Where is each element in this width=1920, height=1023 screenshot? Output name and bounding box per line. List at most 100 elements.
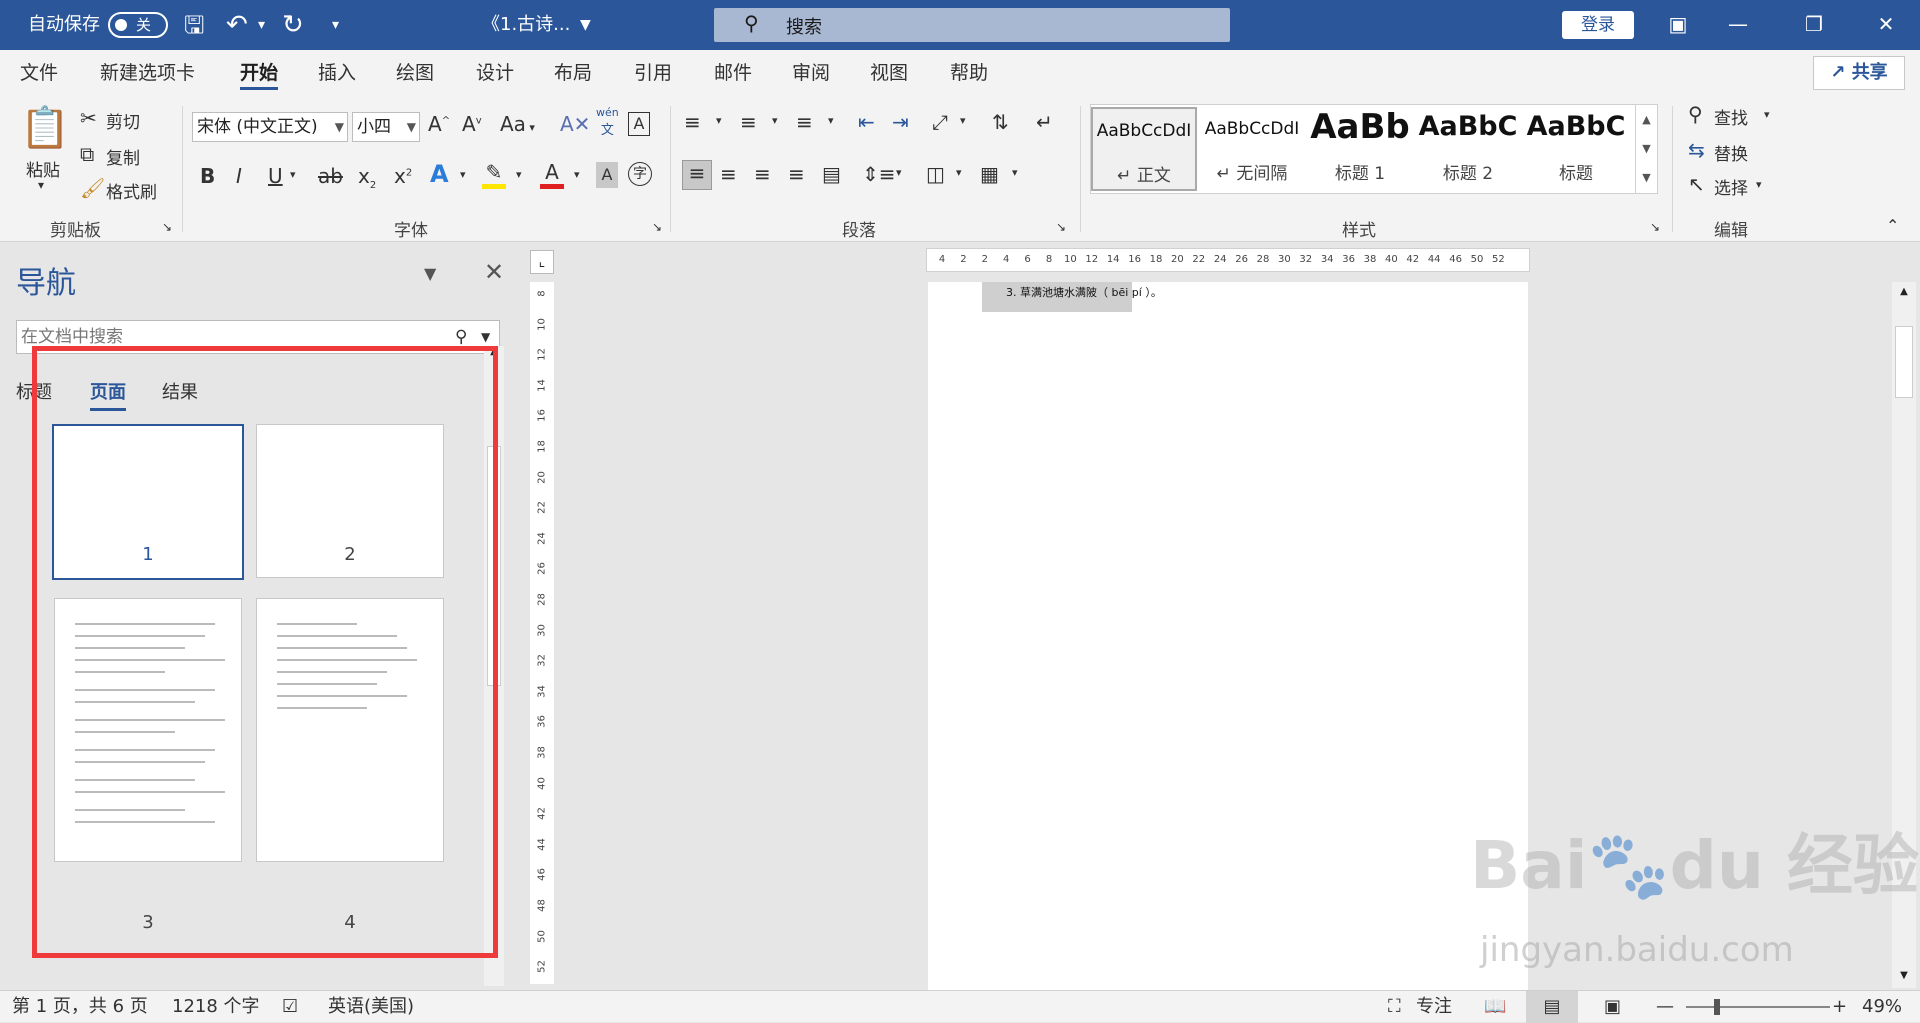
font-size-combo[interactable]: 小四 ▼: [352, 112, 420, 142]
replace-icon[interactable]: ⇆: [1688, 138, 1705, 162]
show-formatting-icon[interactable]: ↵: [1036, 110, 1053, 134]
tab-layout[interactable]: 布局: [554, 50, 592, 96]
shrink-font-icon[interactable]: Av: [462, 112, 482, 136]
print-layout-icon[interactable]: ▤: [1526, 991, 1578, 1023]
underline-dropdown-icon[interactable]: ▾: [290, 168, 296, 181]
restore-icon[interactable]: ❐: [1784, 0, 1844, 50]
highlight-dropdown-icon[interactable]: ▾: [516, 168, 522, 181]
language[interactable]: 英语(美国): [328, 991, 414, 1023]
clear-format-icon[interactable]: A✕: [560, 112, 590, 136]
autosave-toggle[interactable]: 关: [108, 12, 168, 38]
zoom-out-icon[interactable]: —: [1656, 991, 1674, 1023]
borders-icon[interactable]: ▦: [980, 162, 999, 186]
tab-selector-icon[interactable]: ⌞: [530, 250, 554, 274]
bullets-icon[interactable]: ≡: [684, 110, 701, 134]
signin-button[interactable]: 登录: [1562, 11, 1634, 39]
save-icon[interactable]: 🖫: [184, 0, 204, 50]
increase-indent-icon[interactable]: ⇥: [892, 110, 909, 134]
close-icon[interactable]: ✕: [1856, 0, 1916, 50]
subscript-icon[interactable]: x2: [358, 164, 376, 191]
numbering-dropdown-icon[interactable]: ▾: [772, 114, 778, 127]
title-dropdown-icon[interactable]: ▼: [580, 0, 591, 50]
scroll-down-icon[interactable]: ▼: [1895, 970, 1913, 986]
borders-dropdown-icon[interactable]: ▾: [1012, 166, 1018, 179]
text-effects-dropdown-icon[interactable]: ▾: [460, 168, 466, 181]
superscript-icon[interactable]: x2: [394, 164, 412, 188]
doc-scroll-thumb[interactable]: [1895, 326, 1913, 398]
align-left-icon[interactable]: ≡: [682, 160, 712, 190]
find-label[interactable]: 查找: [1714, 104, 1748, 129]
font-color-icon[interactable]: A: [540, 160, 564, 189]
align-center-icon[interactable]: ≡: [720, 162, 737, 186]
multilevel-dropdown-icon[interactable]: ▾: [828, 114, 834, 127]
shading-dropdown-icon[interactable]: ▾: [956, 166, 962, 179]
focus-label[interactable]: 专注: [1416, 991, 1452, 1023]
bullets-dropdown-icon[interactable]: ▾: [716, 114, 722, 127]
document-page[interactable]: 3. 草满池塘水满陂（ bēi pí ）。: [928, 282, 1528, 990]
distributed-icon[interactable]: ▤: [822, 162, 841, 186]
zoom-slider[interactable]: [1686, 1006, 1830, 1008]
tab-file[interactable]: 文件: [20, 50, 58, 96]
tab-new-tab[interactable]: 新建选项卡: [100, 50, 195, 96]
minimize-icon[interactable]: —: [1708, 0, 1768, 50]
italic-icon[interactable]: I: [236, 164, 242, 188]
style-no-spacing[interactable]: AaBbCcDdI ↵ 无间隔: [1199, 107, 1305, 191]
tab-mailings[interactable]: 邮件: [714, 50, 752, 96]
read-mode-icon[interactable]: 📖: [1484, 991, 1506, 1023]
character-shading-icon[interactable]: A: [596, 162, 618, 188]
redo-icon[interactable]: ↻: [282, 0, 304, 50]
document-title[interactable]: 《1.古诗...: [482, 0, 570, 50]
text-effects-icon[interactable]: A: [430, 160, 449, 188]
tab-review[interactable]: 审阅: [792, 50, 830, 96]
tab-view[interactable]: 视图: [870, 50, 908, 96]
undo-icon[interactable]: ↶: [226, 0, 248, 50]
format-painter-label[interactable]: 格式刷: [106, 178, 157, 203]
copy-icon[interactable]: ⧉: [80, 142, 94, 166]
justify-icon[interactable]: ≡: [788, 162, 805, 186]
format-painter-icon[interactable]: 🖌: [80, 176, 105, 200]
line-spacing-icon[interactable]: ⇕≡: [862, 162, 896, 186]
find-dropdown-icon[interactable]: ▾: [1764, 108, 1770, 121]
sort-icon[interactable]: ⇅: [992, 110, 1009, 134]
select-dropdown-icon[interactable]: ▾: [1756, 178, 1762, 191]
chinese-layout-dropdown-icon[interactable]: ▾: [960, 114, 966, 127]
styles-scroll[interactable]: ▲ ▼ ▼: [1635, 105, 1657, 193]
word-count[interactable]: 1218 个字: [172, 991, 260, 1023]
proofing-icon[interactable]: ☑: [282, 991, 298, 1023]
phonetic-guide-icon[interactable]: wén 文: [596, 106, 619, 138]
font-launcher-icon[interactable]: ↘: [652, 220, 662, 234]
cut-label[interactable]: 剪切: [106, 108, 140, 133]
line-spacing-dropdown-icon[interactable]: ▾: [896, 166, 902, 179]
tab-help[interactable]: 帮助: [950, 50, 988, 96]
strikethrough-icon[interactable]: ab: [318, 164, 343, 188]
paste-icon[interactable]: 📋: [20, 104, 70, 151]
chinese-layout-icon[interactable]: ⤢: [932, 110, 948, 134]
share-button[interactable]: ↗ 共享: [1813, 56, 1905, 90]
search-box[interactable]: ⚲ 搜索: [714, 8, 1230, 42]
shading-icon[interactable]: ◫: [926, 162, 945, 186]
customize-toolbar-icon[interactable]: ▾: [332, 0, 339, 50]
multilevel-list-icon[interactable]: ≡: [796, 110, 813, 134]
focus-icon[interactable]: ⛶: [1388, 991, 1401, 1023]
collapse-ribbon-icon[interactable]: ⌃: [1886, 216, 1899, 235]
web-layout-icon[interactable]: ▣: [1604, 991, 1621, 1023]
style-title[interactable]: AaBbC 标题: [1523, 107, 1629, 191]
copy-label[interactable]: 复制: [106, 144, 140, 169]
paste-dropdown-icon[interactable]: ▾: [38, 178, 44, 192]
change-case-icon[interactable]: Aa ▾: [500, 112, 535, 136]
font-name-combo[interactable]: 宋体 (中文正文) ▼: [192, 112, 348, 142]
select-label[interactable]: 选择: [1714, 174, 1748, 199]
page-info[interactable]: 第 1 页，共 6 页: [12, 991, 148, 1023]
tab-draw[interactable]: 绘图: [396, 50, 434, 96]
ribbon-display-icon[interactable]: ▣: [1648, 0, 1708, 50]
character-border-icon[interactable]: A: [628, 112, 650, 136]
bold-icon[interactable]: B: [200, 164, 215, 188]
scroll-down-icon[interactable]: ▼: [1636, 134, 1657, 163]
scroll-up-icon[interactable]: ▲: [1636, 105, 1657, 134]
grow-font-icon[interactable]: A^: [428, 112, 450, 136]
nav-options-icon[interactable]: ▼: [424, 264, 436, 283]
tab-insert[interactable]: 插入: [318, 50, 356, 96]
scroll-up-icon[interactable]: ▲: [1895, 286, 1913, 302]
clipboard-launcher-icon[interactable]: ↘: [162, 220, 172, 234]
styles-launcher-icon[interactable]: ↘: [1650, 220, 1660, 234]
